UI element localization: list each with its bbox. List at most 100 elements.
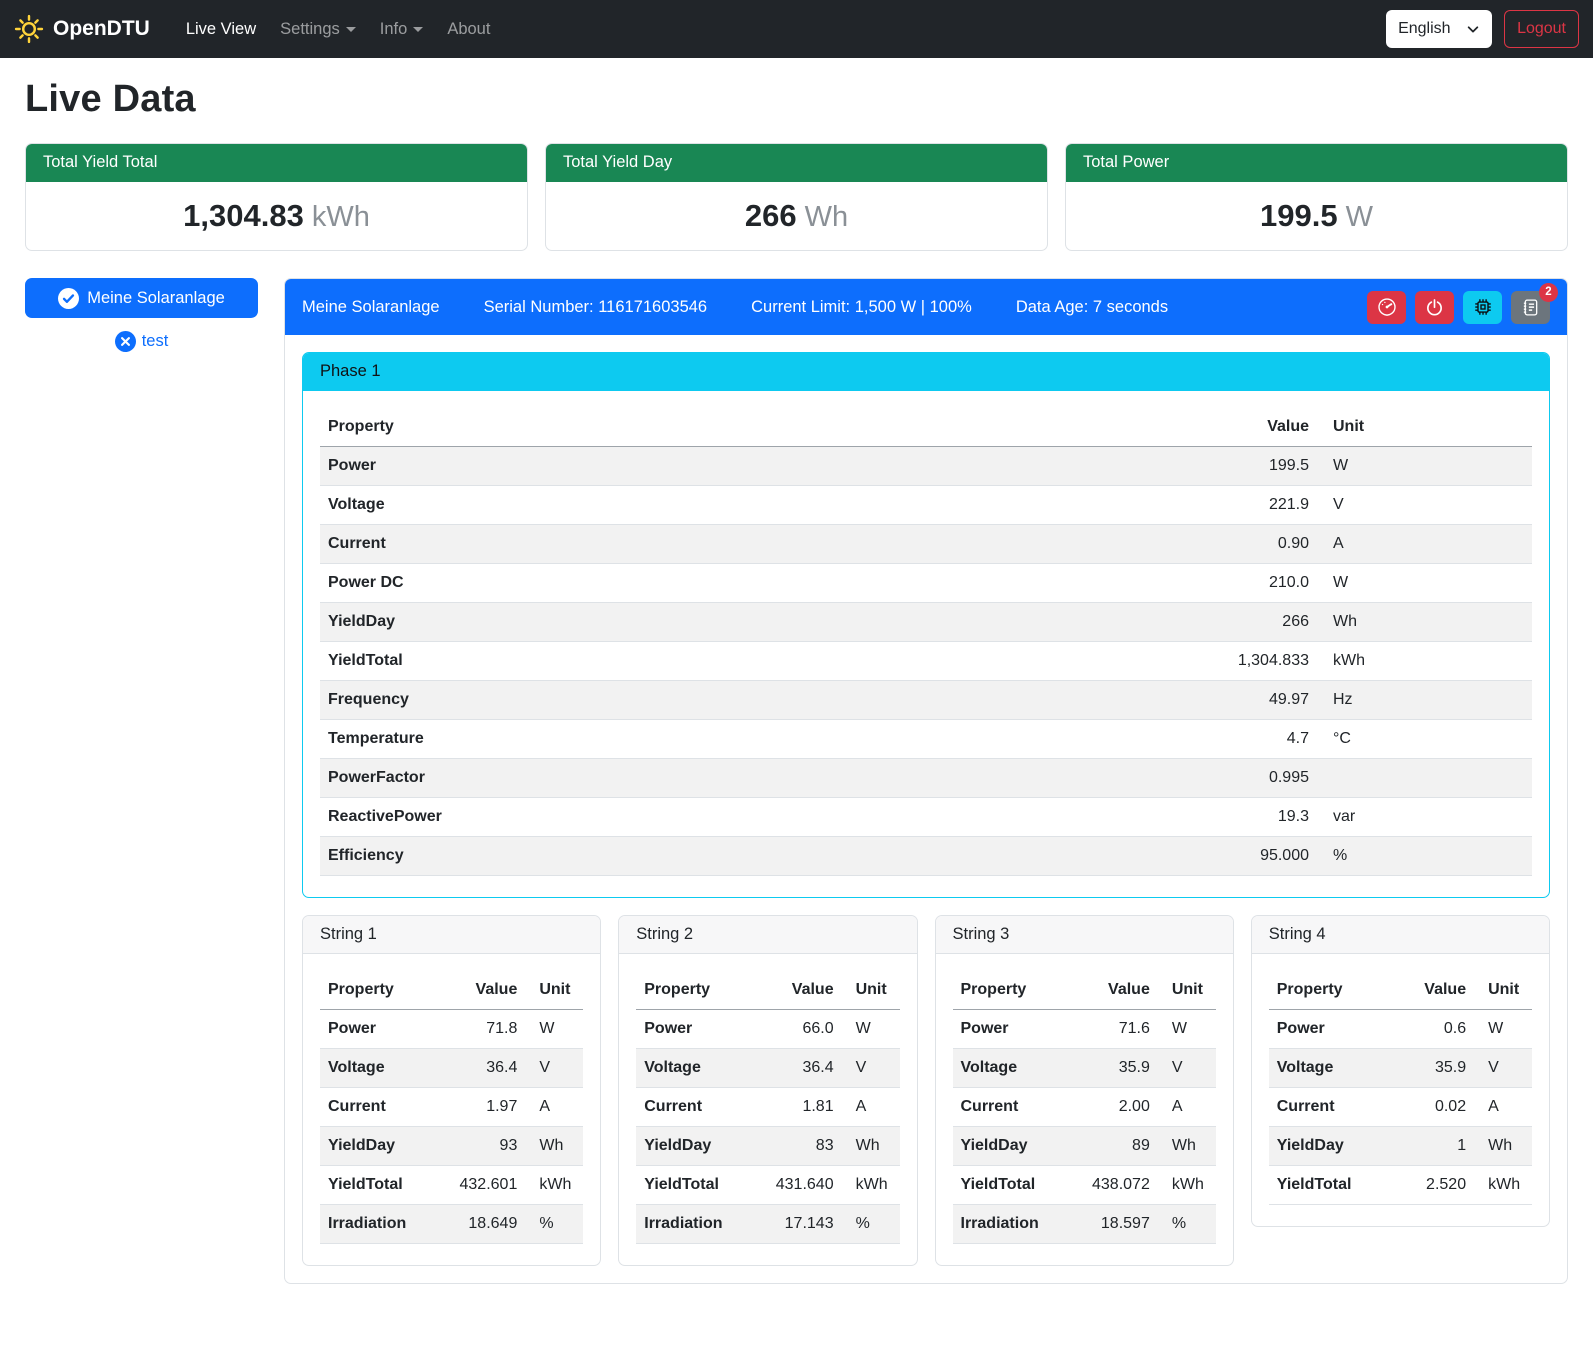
inverter-item-test[interactable]: test xyxy=(25,331,258,352)
power-button[interactable] xyxy=(1415,291,1454,324)
unit-cell: A xyxy=(1158,1088,1216,1127)
string-card-title: String 1 xyxy=(303,916,600,954)
card-body: 199.5W xyxy=(1066,182,1567,250)
column-header-unit: Unit xyxy=(842,971,900,1010)
property-cell: Current xyxy=(320,525,1187,564)
inverter-selected-button[interactable]: Meine Solaranlage xyxy=(25,278,258,318)
value-cell: 18.597 xyxy=(1068,1205,1158,1244)
phase-1-card: Phase 1 Property Value Unit Power199.5WV… xyxy=(302,352,1550,898)
table-row: Current0.02A xyxy=(1269,1088,1532,1127)
nav-item-settings[interactable]: Settings xyxy=(272,12,364,47)
brand[interactable]: OpenDTU xyxy=(14,14,150,44)
property-cell: YieldTotal xyxy=(636,1166,752,1205)
property-cell: Power xyxy=(636,1010,752,1049)
table-header-row: Property Value Unit xyxy=(320,971,583,1010)
card-body: 266Wh xyxy=(546,182,1047,250)
unit-cell: V xyxy=(1317,486,1532,525)
column-header-property: Property xyxy=(1269,971,1385,1010)
language-select[interactable]: English xyxy=(1386,10,1492,48)
inverter-selected-label: Meine Solaranlage xyxy=(87,289,225,308)
string-card-body: Property Value Unit Power0.6WVoltage35.9… xyxy=(1252,954,1549,1226)
inverter-panel-header: Meine Solaranlage Serial Number: 1161716… xyxy=(285,279,1567,335)
inverter-data-age: Data Age: 7 seconds xyxy=(1016,298,1168,317)
string-3-table: Property Value Unit Power71.6WVoltage35.… xyxy=(953,971,1216,1244)
table-row: Current1.81A xyxy=(636,1088,899,1127)
string-2-table: Property Value Unit Power66.0WVoltage36.… xyxy=(636,971,899,1244)
inverter-sidebar: Meine Solaranlage test xyxy=(25,278,258,352)
nav-item-info[interactable]: Info xyxy=(372,12,432,47)
value-cell: 4.7 xyxy=(1187,720,1317,759)
table-row: YieldTotal431.640kWh xyxy=(636,1166,899,1205)
property-cell: Power xyxy=(320,447,1187,486)
total-yield-total-value: 1,304.83 xyxy=(183,198,304,233)
property-cell: YieldTotal xyxy=(1269,1166,1385,1205)
unit-cell: Wh xyxy=(525,1127,583,1166)
property-cell: YieldDay xyxy=(320,1127,436,1166)
string-card-title: String 2 xyxy=(619,916,916,954)
device-info-button[interactable] xyxy=(1463,291,1502,324)
nav-item-about[interactable]: About xyxy=(439,12,498,47)
chevron-down-icon xyxy=(413,27,423,32)
page-title: Live Data xyxy=(25,78,1568,121)
event-count-badge: 2 xyxy=(1539,283,1558,302)
unit-label: kWh xyxy=(312,201,370,233)
unit-cell: kWh xyxy=(1317,642,1532,681)
inverter-item-label: test xyxy=(142,332,169,351)
value-cell: 35.9 xyxy=(1385,1049,1475,1088)
unit-cell: W xyxy=(1474,1010,1532,1049)
card-body: 1,304.83kWh xyxy=(26,182,527,250)
table-row: Power199.5W xyxy=(320,447,1532,486)
property-cell: ReactivePower xyxy=(320,798,1187,837)
unit-cell: Wh xyxy=(1317,603,1532,642)
property-cell: Voltage xyxy=(320,1049,436,1088)
check-circle-icon xyxy=(58,288,79,309)
unit-label: Wh xyxy=(805,201,849,233)
cpu-icon xyxy=(1473,297,1493,317)
unit-cell: % xyxy=(1317,837,1532,876)
value-cell: 1.97 xyxy=(436,1088,526,1127)
table-row: Voltage36.4V xyxy=(636,1049,899,1088)
table-row: Current1.97A xyxy=(320,1088,583,1127)
table-header-row: Property Value Unit xyxy=(1269,971,1532,1010)
table-row: Power66.0W xyxy=(636,1010,899,1049)
value-cell: 95.000 xyxy=(1187,837,1317,876)
property-cell: Voltage xyxy=(636,1049,752,1088)
column-header-unit: Unit xyxy=(1158,971,1216,1010)
x-circle-icon xyxy=(115,331,136,352)
property-cell: YieldDay xyxy=(320,603,1187,642)
unit-cell: Wh xyxy=(1474,1127,1532,1166)
unit-cell: W xyxy=(525,1010,583,1049)
column-header-property: Property xyxy=(320,408,1187,447)
value-cell: 36.4 xyxy=(752,1049,842,1088)
phase-card-body: Property Value Unit Power199.5WVoltage22… xyxy=(303,391,1549,897)
nav-item-live-view[interactable]: Live View xyxy=(178,12,264,47)
value-cell: 432.601 xyxy=(436,1166,526,1205)
property-cell: Power xyxy=(1269,1010,1385,1049)
value-cell: 66.0 xyxy=(752,1010,842,1049)
inverter-serial: Serial Number: 116171603546 xyxy=(484,298,708,317)
value-cell: 1,304.833 xyxy=(1187,642,1317,681)
property-cell: YieldTotal xyxy=(953,1166,1069,1205)
table-row: Power DC210.0W xyxy=(320,564,1532,603)
unit-cell: kWh xyxy=(1474,1166,1532,1205)
value-cell: 17.143 xyxy=(752,1205,842,1244)
limit-settings-button[interactable] xyxy=(1367,291,1406,324)
column-header-value: Value xyxy=(752,971,842,1010)
column-header-value: Value xyxy=(1187,408,1317,447)
value-cell: 431.640 xyxy=(752,1166,842,1205)
column-header-property: Property xyxy=(320,971,436,1010)
value-cell: 438.072 xyxy=(1068,1166,1158,1205)
table-row: YieldDay89Wh xyxy=(953,1127,1216,1166)
event-log-button[interactable]: 2 xyxy=(1511,291,1550,324)
unit-cell: Wh xyxy=(1158,1127,1216,1166)
top-navbar: OpenDTU Live View Settings Info About En… xyxy=(0,0,1593,58)
sun-icon xyxy=(14,14,44,44)
table-header-row: Property Value Unit xyxy=(320,408,1532,447)
inverter-current-limit: Current Limit: 1,500 W | 100% xyxy=(751,298,972,317)
string-4-card: String 4 Property Value Unit xyxy=(1251,915,1550,1227)
logout-button[interactable]: Logout xyxy=(1504,10,1579,48)
language-selected-value: English xyxy=(1398,20,1450,38)
total-yield-total-card: Total Yield Total 1,304.83kWh xyxy=(25,143,528,251)
property-cell: Irradiation xyxy=(953,1205,1069,1244)
table-row: Power71.6W xyxy=(953,1010,1216,1049)
